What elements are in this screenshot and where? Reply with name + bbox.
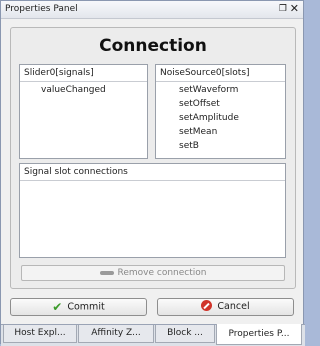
signals-list[interactable]: Slider0[signals] valueChanged — [19, 64, 148, 159]
slots-list[interactable]: NoiseSource0[slots] setWaveform setOffse… — [155, 64, 286, 159]
cancel-label: Cancel — [217, 301, 250, 312]
tab-affinity-zone[interactable]: Affinity Z... — [78, 325, 154, 343]
restore-icon[interactable]: ❐ — [279, 4, 287, 14]
check-icon: ✔ — [52, 300, 63, 314]
divider — [156, 81, 285, 82]
slot-item[interactable]: setOffset — [179, 99, 220, 109]
connections-list-header: Signal slot connections — [24, 167, 128, 177]
minus-icon — [99, 270, 114, 275]
tab-properties-panel[interactable]: Properties P... — [216, 324, 302, 345]
panel-titlebar: Properties Panel ❐ ✕ — [1, 1, 303, 19]
remove-connection-button[interactable]: Remove connection — [21, 265, 285, 281]
properties-panel: Properties Panel ❐ ✕ Connection Slider0[… — [0, 0, 305, 346]
cancel-button[interactable]: Cancel — [157, 298, 294, 316]
panel-tab-bar: Host Expl... Affinity Z... Block ... Pro… — [1, 324, 305, 346]
divider — [20, 81, 147, 82]
slot-item[interactable]: setMean — [179, 127, 217, 137]
commit-button[interactable]: ✔ Commit — [10, 298, 147, 316]
tab-host-explorer[interactable]: Host Expl... — [3, 325, 77, 343]
connections-list[interactable]: Signal slot connections — [19, 163, 286, 258]
slots-list-header: NoiseSource0[slots] — [160, 68, 250, 78]
cancel-icon — [201, 300, 213, 311]
tab-block[interactable]: Block ... — [155, 325, 215, 343]
commit-label: Commit — [67, 301, 105, 313]
close-icon[interactable]: ✕ — [290, 2, 299, 15]
signals-list-header: Slider0[signals] — [24, 68, 94, 78]
slot-item[interactable]: setB — [179, 141, 199, 151]
slot-item[interactable]: setAmplitude — [179, 113, 239, 123]
divider — [20, 180, 285, 181]
connection-group: Connection Slider0[signals] valueChanged… — [10, 27, 296, 289]
slot-item[interactable]: setWaveform — [179, 85, 238, 95]
panel-title: Properties Panel — [5, 4, 78, 14]
connection-heading: Connection — [99, 36, 207, 56]
remove-connection-label: Remove connection — [117, 268, 207, 278]
signal-item[interactable]: valueChanged — [41, 85, 106, 95]
